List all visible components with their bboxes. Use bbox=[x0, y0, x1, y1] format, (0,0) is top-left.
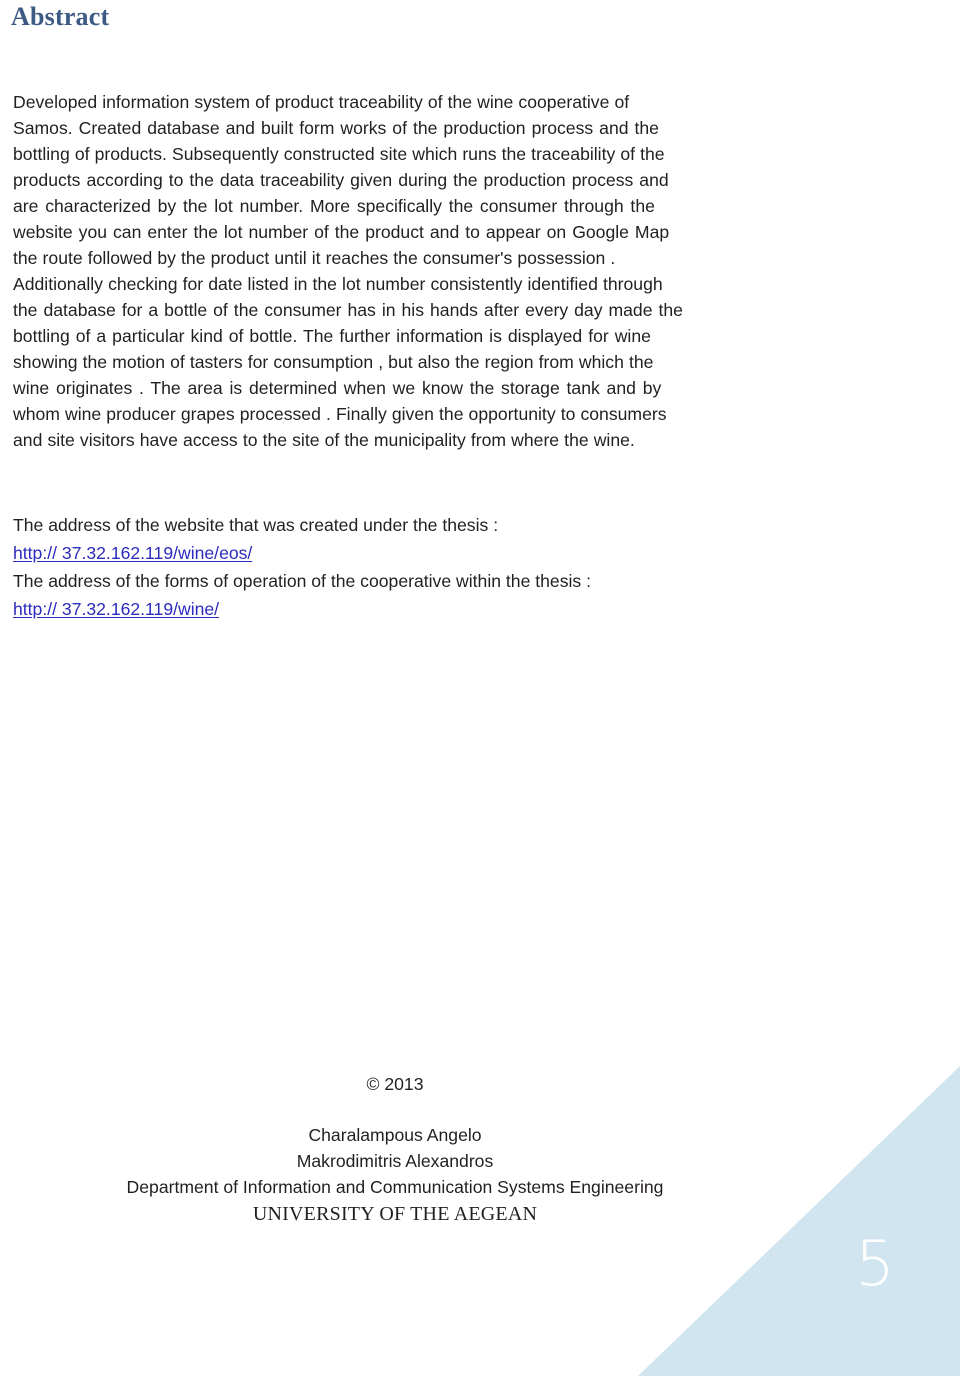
footer-block: © 2013 Charalampous Angelo Makrodimitris… bbox=[0, 1071, 790, 1228]
university-name: UNIVERSITY OF THE AEGEAN bbox=[252, 1203, 538, 1225]
department-name: Department of Information and Communicat… bbox=[126, 1177, 664, 1197]
page-title: Abstract bbox=[11, 2, 110, 31]
page-number: 5 bbox=[855, 1227, 895, 1300]
abstract-line: Developed information system of product … bbox=[13, 92, 630, 112]
website-url-line: http:// 37.32.162.119/wine/eos/ bbox=[13, 539, 795, 567]
forms-address-label: The address of the forms of operation of… bbox=[13, 571, 591, 591]
abstract-line: the route followed by the product until … bbox=[13, 248, 616, 268]
abstract-line: Additionally checking for date listed in… bbox=[13, 274, 663, 294]
abstract-line: the database for a bottle of the consume… bbox=[13, 300, 683, 320]
website-protocol-link[interactable]: http:// bbox=[13, 543, 57, 563]
abstract-line: wine originates . The area is determined… bbox=[13, 378, 662, 398]
abstract-line: products according to the data traceabil… bbox=[13, 170, 669, 190]
abstract-line: are characterized by the lot number. Mor… bbox=[13, 196, 655, 216]
abstract-line: bottling of a particular kind of bottle.… bbox=[13, 326, 651, 346]
forms-protocol-link[interactable]: http:// bbox=[13, 599, 57, 619]
website-address-label: The address of the website that was crea… bbox=[13, 515, 499, 535]
abstract-line: whom wine producer grapes processed . Fi… bbox=[13, 404, 667, 424]
abstract-paragraph: Developed information system of product … bbox=[13, 89, 795, 453]
website-url-link[interactable]: 37.32.162.119/wine/eos/ bbox=[57, 543, 252, 563]
abstract-line: and site visitors have access to the sit… bbox=[13, 430, 635, 450]
forms-url-link[interactable]: 37.32.162.119/wine/ bbox=[57, 599, 219, 619]
abstract-line: Samos. Created database and built form w… bbox=[13, 118, 659, 138]
forms-url-line: http:// 37.32.162.119/wine/ bbox=[13, 595, 795, 623]
author-name-one: Charalampous Angelo bbox=[308, 1125, 482, 1145]
author-name-two: Makrodimitris Alexandros bbox=[296, 1151, 494, 1171]
abstract-line: website you can enter the lot number of … bbox=[13, 222, 670, 242]
abstract-line: bottling of products. Subsequently const… bbox=[13, 144, 665, 164]
links-section: The address of the website that was crea… bbox=[13, 511, 795, 623]
abstract-line: showing the motion of tasters for consum… bbox=[13, 352, 654, 372]
copyright-notice: © 2013 bbox=[366, 1074, 424, 1094]
